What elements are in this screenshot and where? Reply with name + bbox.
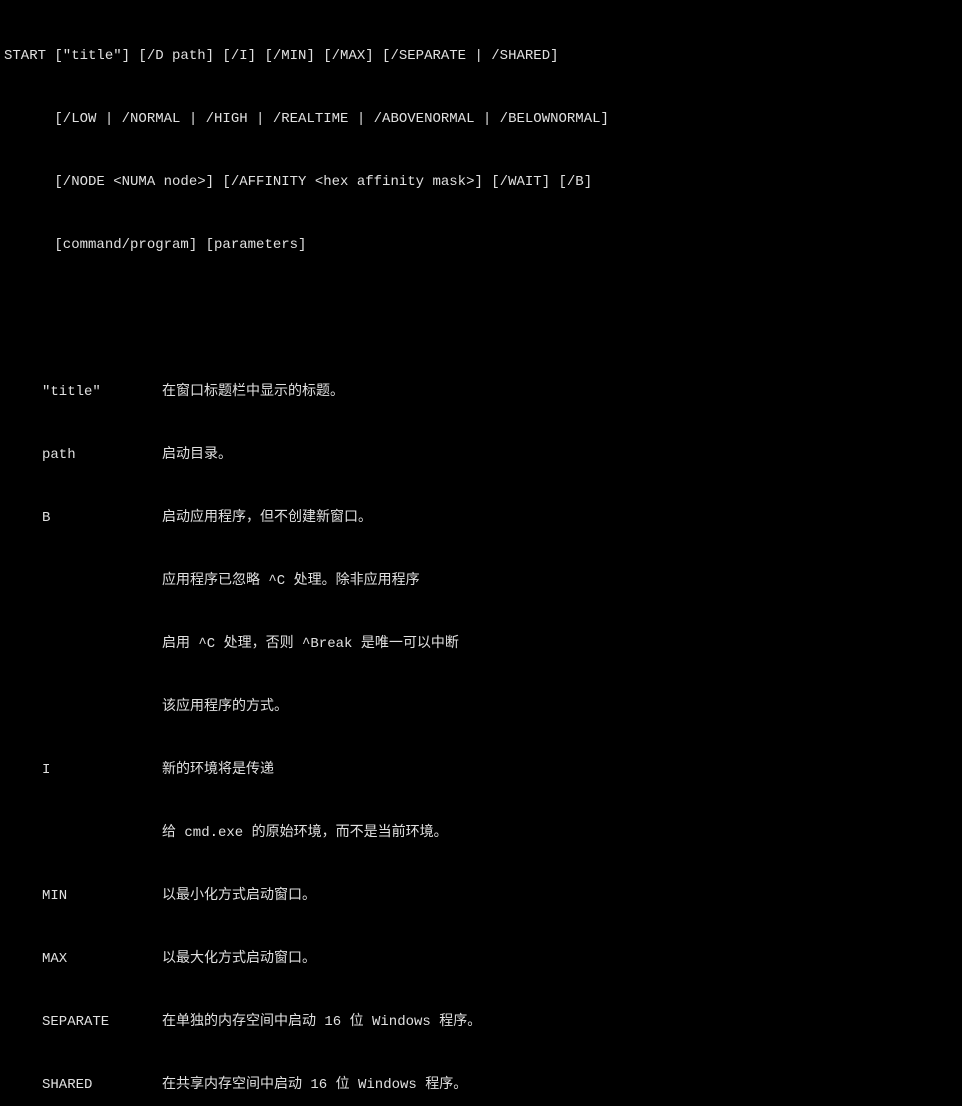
syntax-line-2: [/LOW | /NORMAL | /HIGH | /REALTIME | /A… bbox=[4, 109, 958, 130]
param-desc: 新的环境将是传递 bbox=[162, 760, 958, 781]
param-B-cont1: 应用程序已忽略 ^C 处理。除非应用程序 bbox=[4, 571, 958, 592]
param-desc: 在窗口标题栏中显示的标题。 bbox=[162, 382, 958, 403]
param-B: B 启动应用程序，但不创建新窗口。 bbox=[4, 508, 958, 529]
syntax-line-1: START ["title"] [/D path] [/I] [/MIN] [/… bbox=[4, 46, 958, 67]
param-name: "title" bbox=[4, 382, 162, 403]
param-I-cont1: 给 cmd.exe 的原始环境，而不是当前环境。 bbox=[4, 823, 958, 844]
param-desc: 在共享内存空间中启动 16 位 Windows 程序。 bbox=[162, 1075, 958, 1096]
param-path: path 启动目录。 bbox=[4, 445, 958, 466]
param-name: MAX bbox=[4, 949, 162, 970]
param-name: path bbox=[4, 445, 162, 466]
param-desc: 启动应用程序，但不创建新窗口。 bbox=[162, 508, 958, 529]
param-desc: 在单独的内存空间中启动 16 位 Windows 程序。 bbox=[162, 1012, 958, 1033]
param-desc: 以最大化方式启动窗口。 bbox=[162, 949, 958, 970]
param-title: "title" 在窗口标题栏中显示的标题。 bbox=[4, 382, 958, 403]
syntax-line-3: [/NODE <NUMA node>] [/AFFINITY <hex affi… bbox=[4, 172, 958, 193]
param-MAX: MAX 以最大化方式启动窗口。 bbox=[4, 949, 958, 970]
param-B-cont3: 该应用程序的方式。 bbox=[4, 697, 958, 718]
syntax-line-4: [command/program] [parameters] bbox=[4, 235, 958, 256]
param-I: I 新的环境将是传递 bbox=[4, 760, 958, 781]
param-desc: 启动目录。 bbox=[162, 445, 958, 466]
param-B-cont2: 启用 ^C 处理，否则 ^Break 是唯一可以中断 bbox=[4, 634, 958, 655]
blank-line bbox=[4, 298, 958, 319]
param-name: SHARED bbox=[4, 1075, 162, 1096]
param-MIN: MIN 以最小化方式启动窗口。 bbox=[4, 886, 958, 907]
param-name: I bbox=[4, 760, 162, 781]
param-name: MIN bbox=[4, 886, 162, 907]
param-SHARED: SHARED 在共享内存空间中启动 16 位 Windows 程序。 bbox=[4, 1075, 958, 1096]
param-desc: 以最小化方式启动窗口。 bbox=[162, 886, 958, 907]
param-SEPARATE: SEPARATE 在单独的内存空间中启动 16 位 Windows 程序。 bbox=[4, 1012, 958, 1033]
terminal-output[interactable]: START ["title"] [/D path] [/I] [/MIN] [/… bbox=[4, 4, 958, 1106]
param-name: B bbox=[4, 508, 162, 529]
param-name: SEPARATE bbox=[4, 1012, 162, 1033]
